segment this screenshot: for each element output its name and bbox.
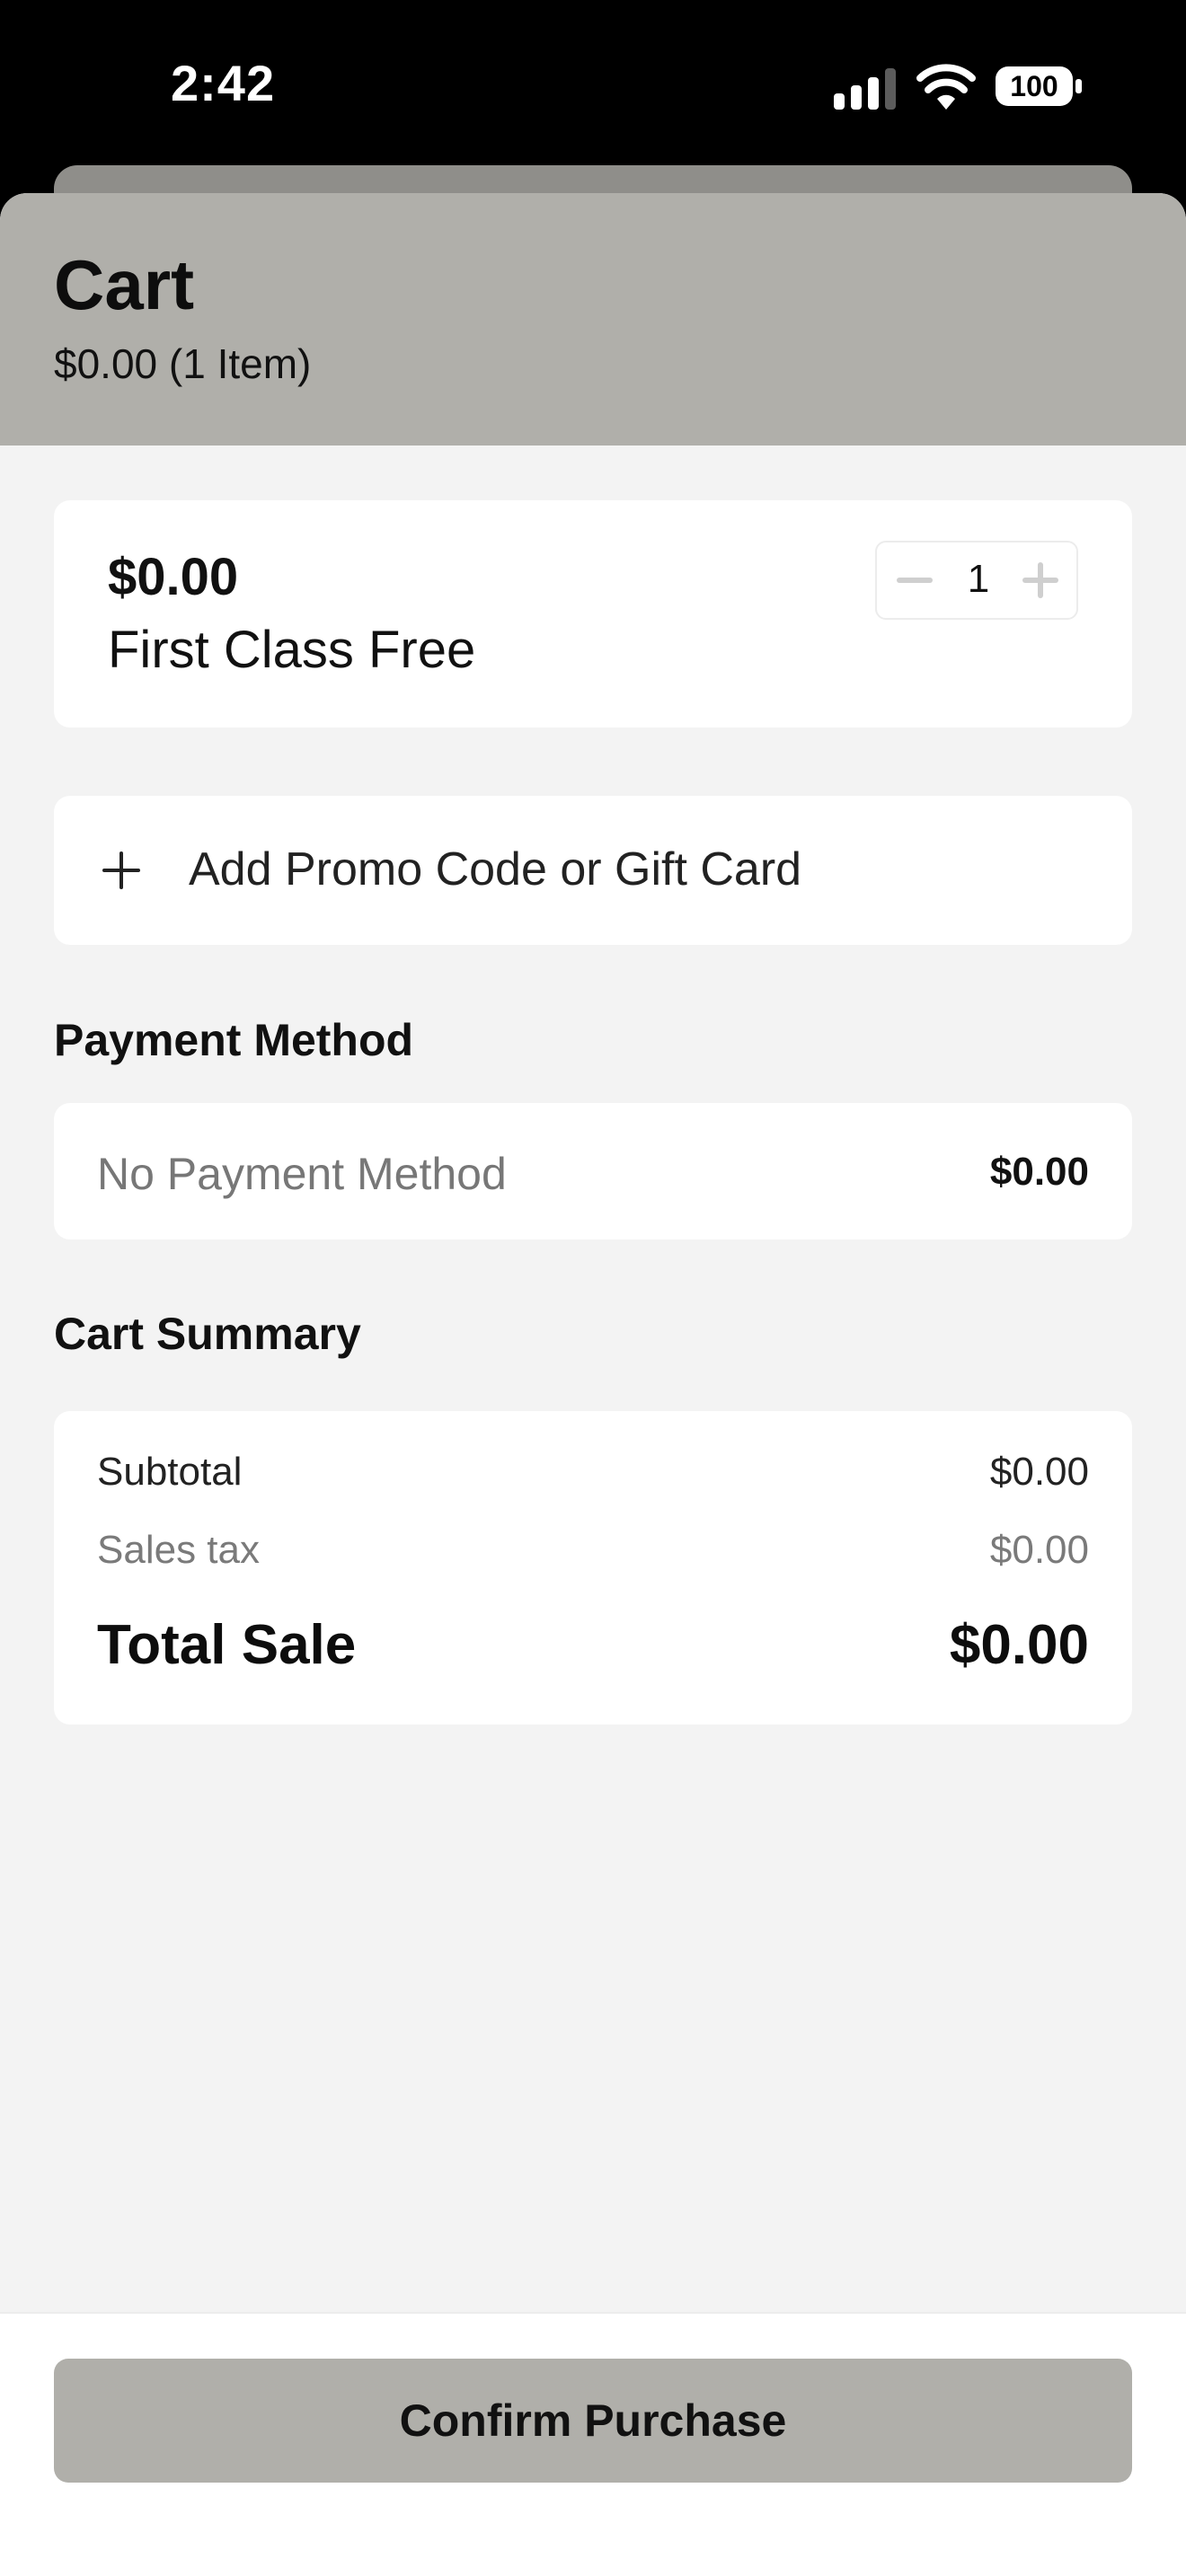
payment-method-label: No Payment Method <box>97 1149 507 1199</box>
sales-tax-label: Sales tax <box>97 1528 260 1572</box>
cart-sheet: Cart $0.00 (1 Item) $0.00 First Class Fr… <box>0 193 1186 2576</box>
signal-icon <box>834 68 896 110</box>
minus-icon[interactable] <box>893 559 936 602</box>
status-time: 2:42 <box>171 55 276 111</box>
svg-text:100: 100 <box>1010 70 1058 102</box>
confirm-purchase-button[interactable]: Confirm Purchase <box>54 2359 1132 2483</box>
total-sale-value: $0.00 <box>949 1614 1089 1676</box>
quantity-stepper: 1 <box>875 541 1078 620</box>
total-sale-label: Total Sale <box>97 1614 357 1676</box>
plus-icon <box>102 851 140 889</box>
quantity-value: 1 <box>967 557 990 601</box>
payment-method-heading: Payment Method <box>54 1015 414 1065</box>
subtotal-value: $0.00 <box>989 1450 1089 1494</box>
sales-tax-value: $0.00 <box>989 1528 1089 1572</box>
cart-subtitle: $0.00 (1 Item) <box>54 340 312 387</box>
add-promo-label: Add Promo Code or Gift Card <box>189 843 802 895</box>
cart-item-card: $0.00 First Class Free 1 <box>54 500 1132 728</box>
subtotal-label: Subtotal <box>97 1450 243 1494</box>
status-bar: 2:42 100 <box>0 0 1186 171</box>
cart-summary-card: Subtotal $0.00 Sales tax $0.00 Total Sal… <box>54 1411 1132 1725</box>
plus-icon[interactable] <box>1019 559 1062 602</box>
item-price: $0.00 <box>108 548 239 606</box>
payment-amount: $0.00 <box>989 1150 1089 1194</box>
add-promo-button[interactable]: Add Promo Code or Gift Card <box>54 796 1132 945</box>
wifi-icon <box>916 64 976 110</box>
page-title: Cart <box>54 245 195 324</box>
battery-icon: 100 <box>996 66 1082 106</box>
cart-header: Cart $0.00 (1 Item) <box>0 193 1186 446</box>
item-name: First Class Free <box>108 621 476 679</box>
footer: Confirm Purchase <box>0 2312 1186 2576</box>
cart-summary-heading: Cart Summary <box>54 1309 361 1359</box>
payment-method-selector[interactable]: No Payment Method $0.00 <box>54 1103 1132 1239</box>
